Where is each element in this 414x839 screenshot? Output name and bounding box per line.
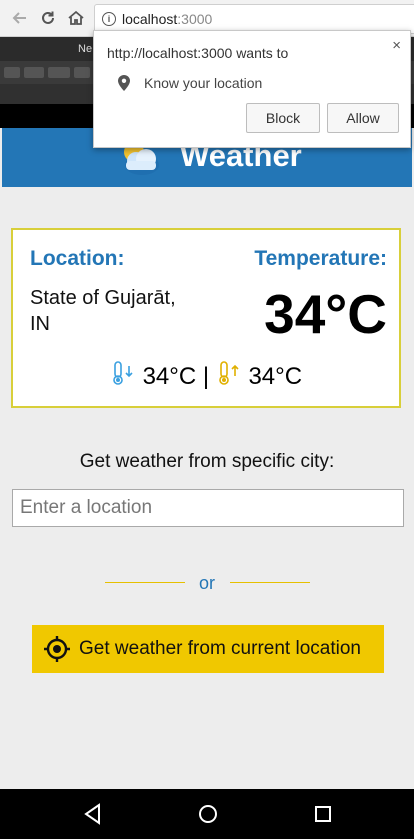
city-search-input[interactable] [12, 489, 404, 527]
bookmark-item[interactable] [48, 67, 70, 78]
bookmark-item[interactable] [24, 67, 44, 78]
current-location-button[interactable]: Get weather from current location [32, 625, 384, 673]
triangle-back-icon[interactable] [80, 801, 106, 827]
weather-card: Location: Temperature: State of Gujarāt,… [11, 228, 401, 408]
thermometer-down-icon [113, 361, 133, 385]
back-button[interactable] [8, 6, 32, 30]
reload-icon [42, 11, 54, 24]
android-navigation-bar [0, 789, 414, 839]
reload-button[interactable] [36, 6, 60, 30]
location-pin-icon [118, 75, 130, 91]
temperature-label: Temperature: [254, 247, 387, 270]
arrow-left-icon [12, 12, 26, 24]
location-country: IN [30, 313, 50, 335]
min-max-temperature: 34°C | 34°C [13, 360, 399, 391]
circle-home-icon[interactable] [195, 801, 221, 827]
thermometer-up-icon [218, 361, 239, 385]
close-icon[interactable]: × [392, 37, 401, 54]
home-button[interactable] [64, 6, 88, 30]
home-icon [68, 10, 84, 25]
or-text: or [198, 573, 215, 593]
max-temperature: 34°C [248, 363, 303, 390]
block-button[interactable]: Block [246, 103, 320, 133]
crosshair-target-icon [44, 636, 70, 662]
location-region: State of Gujarāt, [30, 287, 176, 309]
bookmark-item[interactable] [74, 67, 90, 78]
location-value: State of Gujarāt, IN [30, 285, 220, 337]
current-temperature: 34°C [264, 283, 387, 345]
permission-text: Know your location [144, 75, 263, 91]
tab-title[interactable]: Ne [78, 37, 92, 61]
location-label: Location: [30, 247, 125, 270]
info-icon[interactable]: i [102, 12, 116, 26]
min-temperature: 34°C [142, 363, 197, 390]
bookmark-item[interactable] [4, 67, 20, 78]
or-divider: or [0, 572, 414, 596]
location-permission-popup: http://localhost:3000 wants to × Know yo… [93, 30, 411, 148]
temperature-separator: | [202, 363, 210, 390]
current-location-label: Get weather from current location [79, 638, 361, 659]
square-recents-icon[interactable] [310, 801, 336, 827]
permission-message: http://localhost:3000 wants to [107, 45, 289, 61]
city-search-label: Get weather from specific city: [79, 451, 335, 472]
url-text: localhost:3000 [122, 11, 213, 27]
allow-button[interactable]: Allow [327, 103, 399, 133]
divider-line-right [230, 582, 310, 583]
